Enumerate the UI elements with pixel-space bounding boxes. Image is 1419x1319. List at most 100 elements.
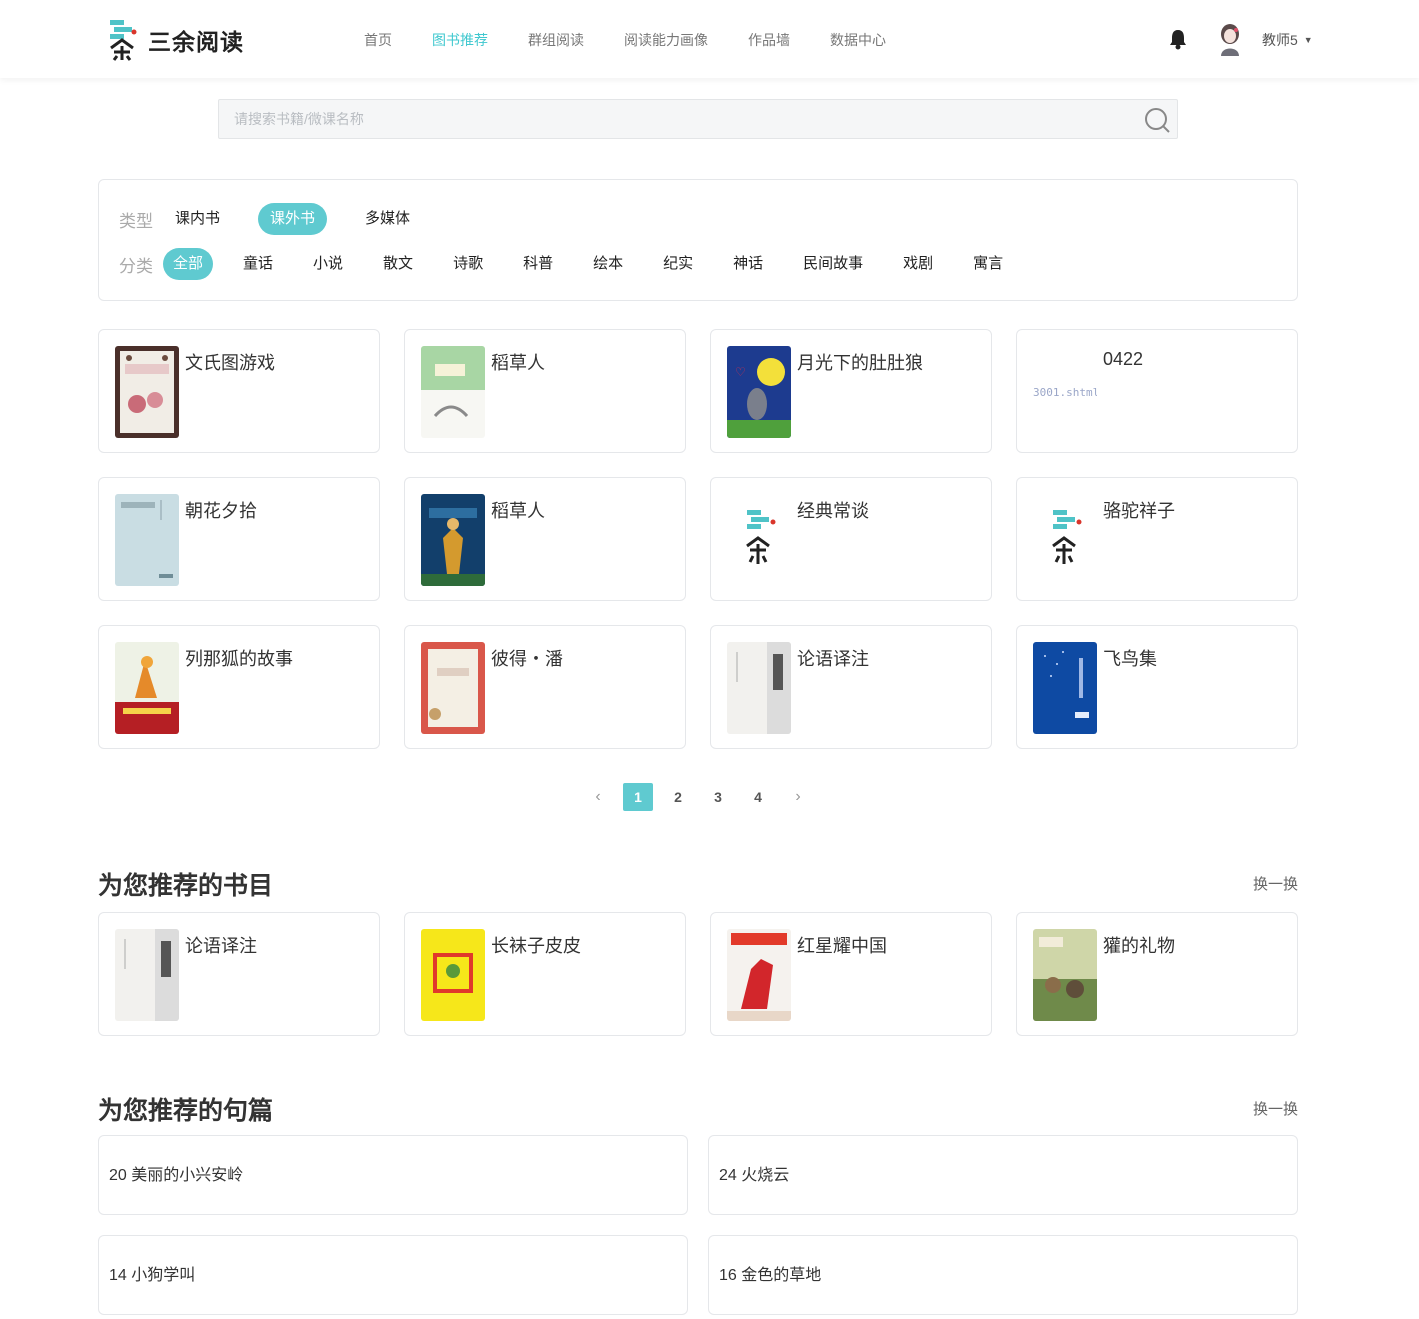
logo-text: 三余阅读 bbox=[148, 29, 244, 55]
book-cover bbox=[727, 642, 791, 734]
book-cover bbox=[115, 642, 179, 734]
rec-books-title: 为您推荐的书目 bbox=[98, 872, 274, 900]
passage-card[interactable]: 20 美丽的小兴安岭 bbox=[98, 1135, 688, 1215]
book-card[interactable]: 经典常谈 bbox=[710, 477, 992, 601]
book-title: 列那狐的故事 bbox=[185, 649, 293, 669]
logo[interactable]: 三余阅读 bbox=[108, 18, 244, 62]
user-name: 教师5 bbox=[1262, 32, 1298, 48]
book-card[interactable]: 骆驼祥子 bbox=[1016, 477, 1298, 601]
book-cover-placeholder bbox=[727, 494, 791, 586]
main-nav: 首页 图书推荐 群组阅读 阅读能力画像 作品墙 数据中心 bbox=[364, 30, 926, 50]
book-cover-placeholder bbox=[1033, 494, 1097, 586]
book-cover: ♡ bbox=[727, 346, 791, 438]
category-filter-row: 分类 全部 童话 小说 散文 诗歌 科普 绘本 纪实 神话 民间故事 戏剧 寓言 bbox=[119, 248, 1033, 280]
page-4[interactable]: 4 bbox=[743, 783, 773, 811]
logo-icon bbox=[110, 20, 137, 61]
book-title: 稻草人 bbox=[491, 353, 545, 373]
page-2[interactable]: 2 bbox=[663, 783, 693, 811]
book-grid: 文氏图游戏 稻草人 ♡ 月光下的肚肚狼 3001.shtml"/> 0422 朝… bbox=[98, 329, 1298, 749]
category-picture-book[interactable]: 绘本 bbox=[583, 248, 633, 280]
search-bar bbox=[218, 99, 1178, 139]
category-prose[interactable]: 散文 bbox=[373, 248, 423, 280]
rec-quotes-grid: 20 美丽的小兴安岭 24 火烧云 14 小狗学叫 16 金色的草地 bbox=[98, 1135, 1298, 1315]
book-card[interactable]: 稻草人 bbox=[404, 477, 686, 601]
category-fable[interactable]: 寓言 bbox=[963, 248, 1013, 280]
rec-books-swap-button[interactable]: 换一换 bbox=[1253, 873, 1298, 894]
book-title: 彼得・潘 bbox=[491, 649, 563, 669]
book-card[interactable]: 彼得・潘 bbox=[404, 625, 686, 749]
avatar[interactable] bbox=[1216, 22, 1244, 56]
rec-quotes-swap-button[interactable]: 换一换 bbox=[1253, 1098, 1298, 1119]
search-input[interactable] bbox=[219, 100, 1119, 138]
book-card[interactable]: 飞鸟集 bbox=[1016, 625, 1298, 749]
nav-data-center[interactable]: 数据中心 bbox=[830, 30, 886, 50]
book-card[interactable]: 稻草人 bbox=[404, 329, 686, 453]
nav-group-reading[interactable]: 群组阅读 bbox=[528, 30, 584, 50]
nav-works-wall[interactable]: 作品墙 bbox=[748, 30, 790, 50]
book-cover bbox=[421, 929, 485, 1021]
book-cover bbox=[1033, 642, 1097, 734]
book-title: 文氏图游戏 bbox=[185, 353, 275, 373]
type-in-class[interactable]: 课内书 bbox=[163, 203, 232, 235]
nav-reading-profile[interactable]: 阅读能力画像 bbox=[624, 30, 708, 50]
category-novel[interactable]: 小说 bbox=[303, 248, 353, 280]
rec-book-card[interactable]: 獾的礼物 bbox=[1016, 912, 1298, 1036]
svg-text:♡: ♡ bbox=[735, 365, 746, 379]
nav-home[interactable]: 首页 bbox=[364, 30, 392, 50]
book-title: 朝花夕拾 bbox=[185, 501, 257, 521]
type-filter-row: 类型 课内书 课外书 多媒体 bbox=[119, 203, 448, 235]
rec-quotes-title: 为您推荐的句篇 bbox=[98, 1097, 274, 1125]
caret-down-icon: ▼ bbox=[1303, 35, 1313, 45]
book-card[interactable]: 3001.shtml"/> 0422 bbox=[1016, 329, 1298, 453]
book-title: 骆驼祥子 bbox=[1103, 501, 1175, 521]
rec-book-card[interactable]: 长袜子皮皮 bbox=[404, 912, 686, 1036]
type-label: 类型 bbox=[119, 211, 153, 231]
type-extracurricular[interactable]: 课外书 bbox=[258, 203, 328, 235]
category-all[interactable]: 全部 bbox=[163, 248, 214, 280]
book-title: 月光下的肚肚狼 bbox=[797, 353, 923, 373]
category-myth[interactable]: 神话 bbox=[723, 248, 773, 280]
book-title: 獾的礼物 bbox=[1103, 936, 1175, 956]
book-title: 论语译注 bbox=[797, 649, 869, 669]
category-documentary[interactable]: 纪实 bbox=[653, 248, 703, 280]
book-title: 0422 bbox=[1103, 349, 1144, 369]
book-cover bbox=[421, 642, 485, 734]
user-menu[interactable]: 教师5 ▼ bbox=[1262, 30, 1313, 50]
type-multimedia[interactable]: 多媒体 bbox=[353, 203, 422, 235]
rec-book-card[interactable]: 红星耀中国 bbox=[710, 912, 992, 1036]
category-fairy-tale[interactable]: 童话 bbox=[233, 248, 283, 280]
book-title: 飞鸟集 bbox=[1103, 649, 1157, 669]
next-page-icon[interactable]: › bbox=[783, 783, 813, 811]
book-cover bbox=[115, 929, 179, 1021]
bell-icon[interactable] bbox=[1168, 28, 1188, 50]
book-cover bbox=[115, 494, 179, 586]
book-card[interactable]: 列那狐的故事 bbox=[98, 625, 380, 749]
book-title: 稻草人 bbox=[491, 501, 545, 521]
category-poetry[interactable]: 诗歌 bbox=[443, 248, 493, 280]
pagination: ‹ 1 2 3 4 › bbox=[583, 783, 823, 811]
category-science[interactable]: 科普 bbox=[513, 248, 563, 280]
passage-card[interactable]: 24 火烧云 bbox=[708, 1135, 1298, 1215]
rec-book-card[interactable]: 论语译注 bbox=[98, 912, 380, 1036]
category-drama[interactable]: 戏剧 bbox=[893, 248, 943, 280]
book-title: 经典常谈 bbox=[797, 501, 869, 521]
book-cover-broken: 3001.shtml"/> bbox=[1033, 346, 1097, 438]
category-label: 分类 bbox=[119, 256, 153, 276]
top-header: 三余阅读 首页 图书推荐 群组阅读 阅读能力画像 作品墙 数据中心 教师5 ▼ bbox=[0, 0, 1419, 78]
book-card[interactable]: ♡ 月光下的肚肚狼 bbox=[710, 329, 992, 453]
book-title: 长袜子皮皮 bbox=[491, 936, 581, 956]
book-card[interactable]: 朝花夕拾 bbox=[98, 477, 380, 601]
page-3[interactable]: 3 bbox=[703, 783, 733, 811]
book-card[interactable]: 论语译注 bbox=[710, 625, 992, 749]
book-card[interactable]: 文氏图游戏 bbox=[98, 329, 380, 453]
search-icon[interactable] bbox=[1143, 106, 1171, 134]
nav-book-recommend[interactable]: 图书推荐 bbox=[432, 30, 488, 50]
book-cover bbox=[115, 346, 179, 438]
passage-card[interactable]: 16 金色的草地 bbox=[708, 1235, 1298, 1315]
filter-panel: 类型 课内书 课外书 多媒体 分类 全部 童话 小说 散文 诗歌 科普 绘本 纪… bbox=[98, 179, 1298, 301]
prev-page-icon[interactable]: ‹ bbox=[583, 783, 613, 811]
page-1[interactable]: 1 bbox=[623, 783, 653, 811]
category-folk-tale[interactable]: 民间故事 bbox=[793, 248, 873, 280]
book-title: 论语译注 bbox=[185, 936, 257, 956]
passage-card[interactable]: 14 小狗学叫 bbox=[98, 1235, 688, 1315]
